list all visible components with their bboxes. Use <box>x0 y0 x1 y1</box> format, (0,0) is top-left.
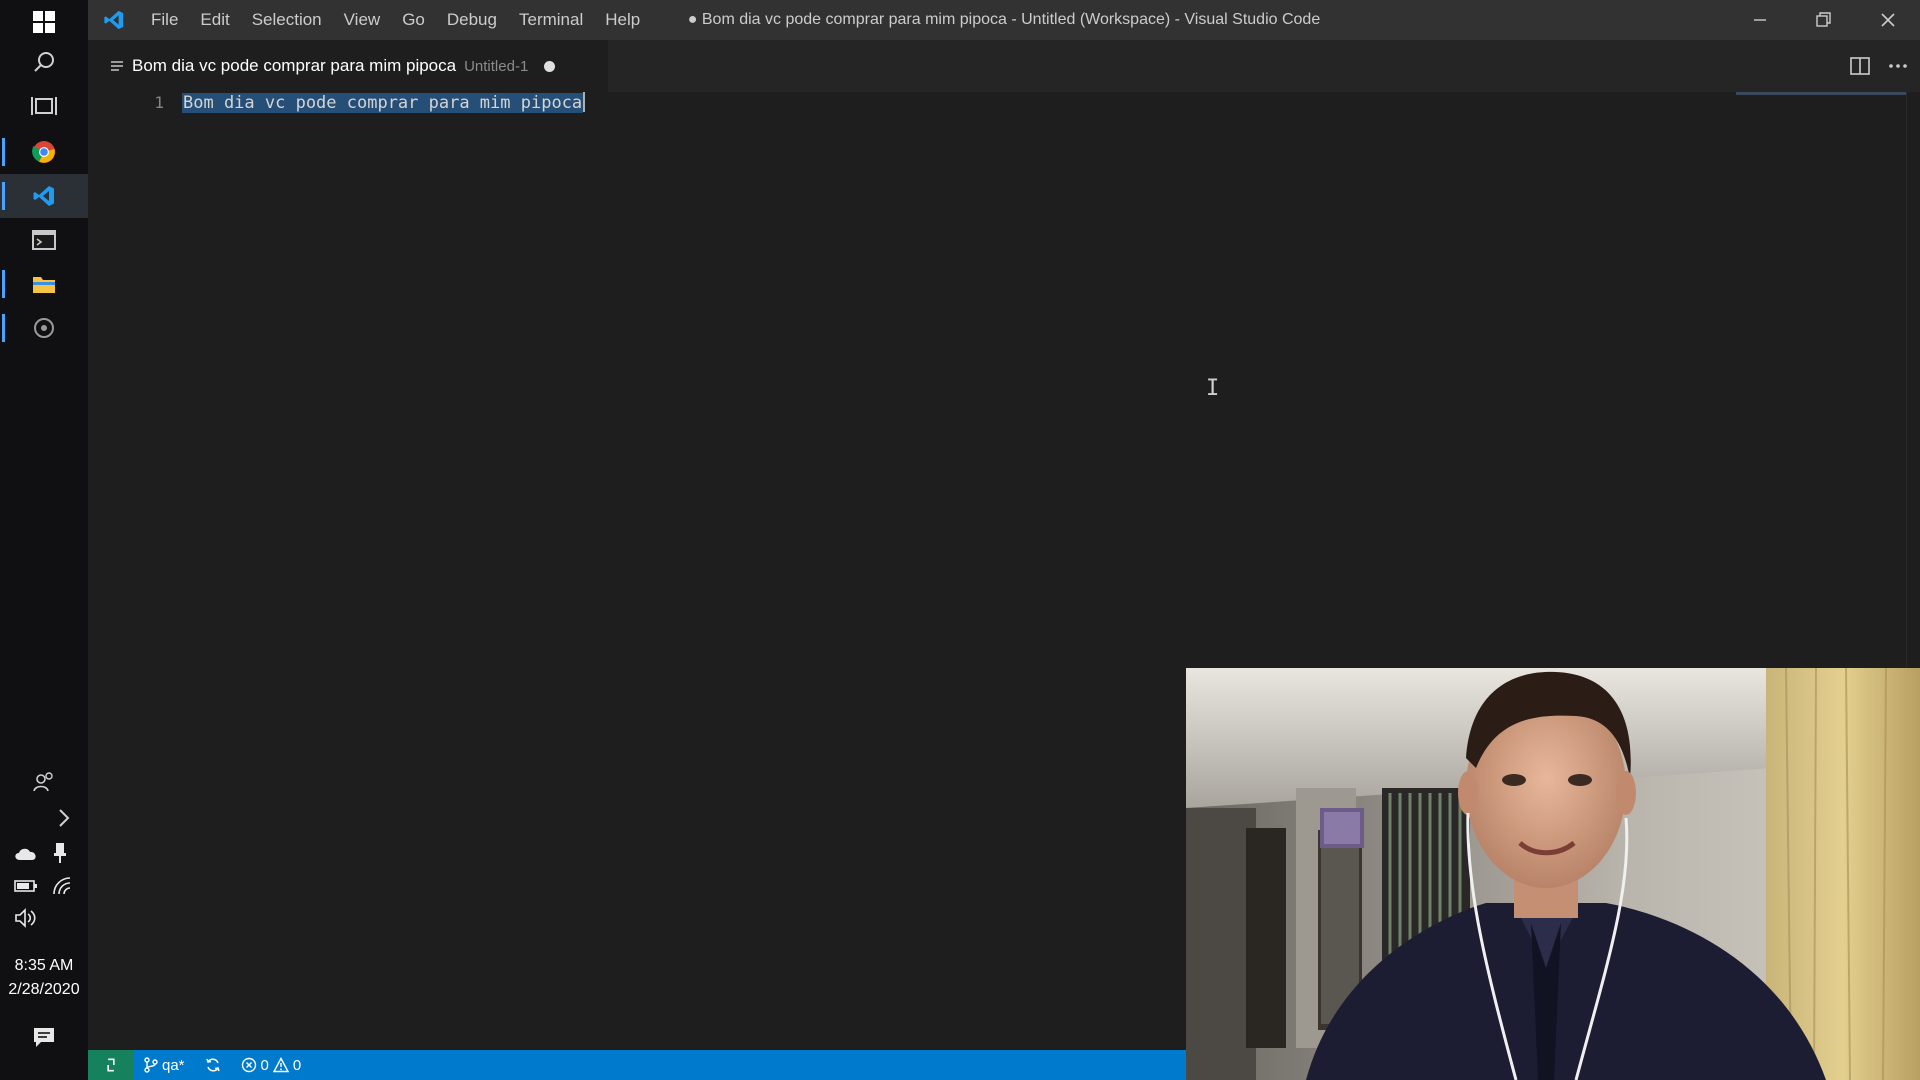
vscode-taskbar-icon[interactable] <box>0 174 88 218</box>
wifi-icon[interactable] <box>52 876 72 896</box>
menu-selection[interactable]: Selection <box>241 0 333 40</box>
clock-date: 2/28/2020 <box>8 981 80 998</box>
ibeam-cursor-icon: I <box>1206 376 1220 401</box>
onedrive-icon[interactable] <box>14 845 38 861</box>
status-bar: qa* 0 0 <box>88 1050 1186 1080</box>
sync-button[interactable] <box>195 1050 231 1080</box>
pin-icon[interactable] <box>52 842 68 864</box>
notifications-icon[interactable] <box>0 1016 88 1060</box>
restore-button[interactable] <box>1792 0 1856 40</box>
sync-icon <box>205 1058 220 1072</box>
clock-time: 8:35 AM <box>14 957 74 974</box>
warning-icon <box>272 1057 289 1073</box>
terminal-icon[interactable] <box>0 218 88 262</box>
editor-tab[interactable]: Bom dia vc pode comprar para mim pipoca … <box>88 40 608 92</box>
tray-row-3 <box>14 908 38 928</box>
vscode-logo-icon <box>88 0 140 40</box>
menu-edit[interactable]: Edit <box>189 0 240 40</box>
remote-indicator[interactable] <box>88 1050 134 1080</box>
text-cursor <box>583 92 586 112</box>
volume-icon[interactable] <box>14 908 38 928</box>
windows-start-icon[interactable] <box>0 0 88 44</box>
battery-icon[interactable] <box>14 878 38 894</box>
minimap-slider[interactable] <box>1736 92 1906 95</box>
webcam-overlay <box>1186 668 1920 1080</box>
menu-view[interactable]: View <box>333 0 392 40</box>
code-line[interactable]: Bom dia vc pode comprar para mim pipoca <box>182 92 586 114</box>
git-branch[interactable]: qa* <box>134 1050 195 1080</box>
editor-line-1: 1 Bom dia vc pode comprar para mim pipoc… <box>88 92 1920 114</box>
chrome-icon[interactable] <box>0 130 88 174</box>
menu-go[interactable]: Go <box>391 0 436 40</box>
editor-tab-bar: Bom dia vc pode comprar para mim pipoca … <box>88 40 1920 92</box>
task-view-icon[interactable] <box>0 84 88 128</box>
selected-text: Bom dia vc pode comprar para mim pipoca <box>182 93 584 113</box>
remote-icon <box>107 1058 115 1072</box>
error-count: 0 <box>260 1056 269 1074</box>
app-icon[interactable] <box>0 306 88 350</box>
menu-debug[interactable]: Debug <box>436 0 508 40</box>
windows-taskbar: 8:35 AM 2/28/2020 <box>0 0 88 1080</box>
minimize-button[interactable] <box>1728 0 1792 40</box>
title-bar: File Edit Selection View Go Debug Termin… <box>88 0 1920 40</box>
file-lines-icon <box>111 61 123 71</box>
menu-terminal[interactable]: Terminal <box>508 0 594 40</box>
more-actions-icon[interactable] <box>1888 63 1908 69</box>
split-editor-icon[interactable] <box>1850 57 1870 75</box>
git-branch-icon <box>144 1057 158 1073</box>
webcam-video-image <box>1186 668 1920 1080</box>
editor-actions <box>1850 40 1908 92</box>
tray-row-1 <box>14 842 68 864</box>
system-clock[interactable]: 8:35 AM 2/28/2020 <box>0 954 88 1002</box>
tab-title: Bom dia vc pode comprar para mim pipoca <box>132 56 457 75</box>
running-indicator <box>2 314 5 342</box>
running-indicator <box>2 270 5 298</box>
error-icon <box>241 1057 256 1073</box>
line-number: 1 <box>154 93 164 112</box>
window-controls <box>1728 0 1920 40</box>
running-indicator <box>2 138 5 166</box>
menu-bar: File Edit Selection View Go Debug Termin… <box>140 0 651 40</box>
tray-row-2 <box>14 876 72 896</box>
tab-description: Untitled-1 <box>464 57 529 75</box>
unsaved-dot-icon[interactable] <box>544 60 556 72</box>
problems-indicator[interactable]: 0 0 <box>231 1050 312 1080</box>
menu-file[interactable]: File <box>140 0 189 40</box>
menu-help[interactable]: Help <box>594 0 651 40</box>
branch-name: qa* <box>162 1056 185 1074</box>
active-indicator <box>2 182 5 210</box>
search-icon[interactable] <box>0 40 88 84</box>
warning-count: 0 <box>292 1056 302 1074</box>
file-explorer-icon[interactable] <box>0 262 88 306</box>
close-button[interactable] <box>1856 0 1920 40</box>
